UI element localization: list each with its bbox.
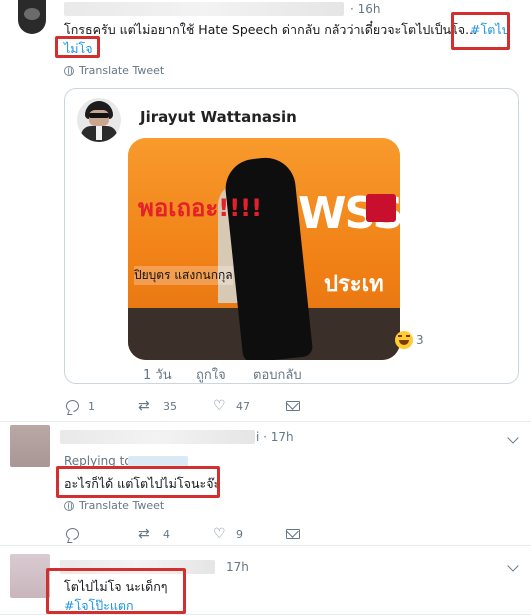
redacted-author-info <box>60 430 255 444</box>
like-icon: ♡ <box>213 398 226 414</box>
redacted-author-info <box>64 2 344 16</box>
highlight-box <box>56 466 220 498</box>
globe-icon <box>64 500 74 511</box>
reply-count: 1 <box>88 399 95 413</box>
translate-tweet-link[interactable]: Translate Tweet <box>64 499 164 512</box>
reply-icon <box>66 400 79 412</box>
tweet-actions: 1 ⇄ 35 ♡ 47 <box>66 399 358 413</box>
highlight-box <box>451 12 510 50</box>
tweet-3[interactable]: 17h โตไปไม่โจ นะเด็กๆ #โจโป๊ะแตก <box>0 546 531 615</box>
translate-label: Translate Tweet <box>79 64 165 77</box>
translate-tweet-link[interactable]: Translate Tweet <box>64 64 164 77</box>
like-count: 47 <box>236 399 250 413</box>
tweet-actions: ⇄ 4 ♡ 9 <box>66 527 358 541</box>
card-author-avatar[interactable] <box>77 98 121 142</box>
message-icon <box>286 401 300 411</box>
like-icon: ♡ <box>213 526 226 542</box>
avatar[interactable] <box>10 554 50 598</box>
tweet-time[interactable]: 17h <box>226 560 249 574</box>
message-button[interactable] <box>286 529 358 539</box>
card-author-name[interactable]: Jirayut Wattanasin <box>140 108 297 126</box>
like-count: 9 <box>236 527 243 541</box>
highlight-box <box>46 568 186 614</box>
retweet-icon: ⇄ <box>138 398 150 414</box>
channel-badge <box>366 194 396 222</box>
retweet-button[interactable]: ⇄ 35 <box>138 399 213 413</box>
translate-label: Translate Tweet <box>79 499 165 512</box>
retweet-count: 4 <box>163 527 170 541</box>
message-icon <box>286 529 300 539</box>
comment-like-link[interactable]: ถูกใจ <box>196 364 226 385</box>
like-button[interactable]: ♡ 9 <box>213 527 286 541</box>
comment-reply-link[interactable]: ตอบกลับ <box>253 364 302 385</box>
tweet-1[interactable]: · 16h โกรธครับ แต่ไม่อยากใช้ Hate Speech… <box>0 0 531 422</box>
retweet-icon: ⇄ <box>138 526 150 542</box>
tweet-2[interactable]: i · 17h Replying to อะไรก็ได้ แต่โตไปไม่… <box>0 422 531 546</box>
tweet-time[interactable]: · 16h <box>350 2 381 16</box>
retweet-button[interactable]: ⇄ 4 <box>138 527 213 541</box>
retweet-count: 35 <box>163 399 177 413</box>
globe-icon <box>64 65 74 76</box>
reaction-count-value: 3 <box>416 333 424 347</box>
avatar[interactable] <box>18 0 46 34</box>
tweet-time[interactable]: i · 17h <box>256 430 294 444</box>
avatar[interactable] <box>10 425 50 467</box>
laughing-emoji-icon <box>395 331 413 349</box>
tweet-text: โกรธครับ แต่ไม่อยากใช้ Hate Speech ด่ากล… <box>64 22 478 37</box>
reply-icon <box>66 528 79 540</box>
message-button[interactable] <box>286 401 358 411</box>
comment-time[interactable]: 1 วัน <box>143 364 172 385</box>
highlight-box <box>55 36 100 58</box>
photo-bottom-text: ประเท <box>324 272 384 297</box>
chevron-down-icon[interactable] <box>507 432 519 444</box>
reply-button[interactable] <box>66 528 138 540</box>
comment-photo[interactable]: WSS ประเท พอเถอะ!!!! ปิยบุตร แสงกนกกุล <box>128 138 400 360</box>
photo-caption-name: ปิยบุตร แสงกนกกุล <box>134 266 233 285</box>
reaction-count[interactable]: 3 <box>395 331 424 349</box>
photo-caption-red: พอเถอะ!!!! <box>138 194 263 222</box>
like-button[interactable]: ♡ 47 <box>213 399 286 413</box>
chevron-down-icon[interactable] <box>507 560 519 572</box>
reply-button[interactable]: 1 <box>66 400 138 413</box>
embedded-comment-card[interactable]: Jirayut Wattanasin WSS ประเท พอเถอะ!!!! … <box>64 88 519 384</box>
